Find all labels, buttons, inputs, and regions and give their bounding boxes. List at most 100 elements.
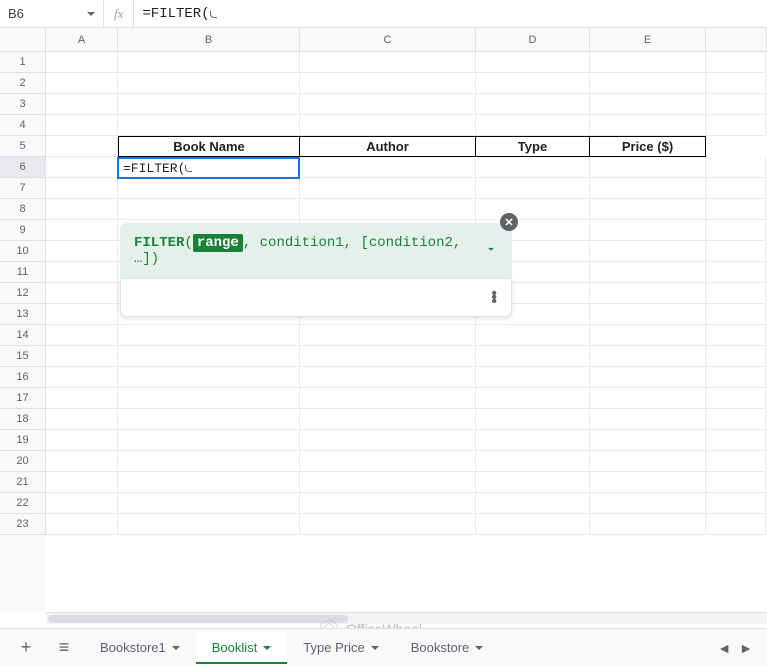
more-icon[interactable]: ••• [491,292,497,304]
cell[interactable] [706,430,766,451]
cell[interactable] [300,367,476,388]
row-header-11[interactable]: 11 [0,262,46,283]
row-header-20[interactable]: 20 [0,451,46,472]
cell[interactable] [300,346,476,367]
cell[interactable] [300,199,476,220]
name-box[interactable]: B6 [0,0,104,27]
cell[interactable] [590,94,706,115]
cell[interactable] [46,472,118,493]
cell[interactable] [118,73,300,94]
cell[interactable] [706,52,766,73]
cell[interactable] [300,409,476,430]
cell[interactable] [706,262,766,283]
row-header-6[interactable]: 6 [0,157,46,178]
formula-input[interactable]: =FILTER( [134,6,767,22]
cell[interactable] [590,115,706,136]
row-header-8[interactable]: 8 [0,199,46,220]
cell-b5[interactable]: Book Name [118,136,300,157]
sheet-tab-bookstore[interactable]: Bookstore [395,632,500,664]
cell[interactable] [590,241,706,262]
close-icon[interactable]: ✕ [500,213,518,231]
row-header-14[interactable]: 14 [0,325,46,346]
row-header-17[interactable]: 17 [0,388,46,409]
cell[interactable] [476,451,590,472]
cell[interactable] [590,388,706,409]
cell[interactable] [46,409,118,430]
cell[interactable] [706,73,766,94]
cell[interactable] [46,157,118,178]
cell[interactable] [706,514,766,535]
row-header-7[interactable]: 7 [0,178,46,199]
cell[interactable] [300,388,476,409]
cell[interactable] [476,115,590,136]
cell-e5[interactable]: Price ($) [590,136,706,157]
cell[interactable] [300,178,476,199]
row-header-15[interactable]: 15 [0,346,46,367]
cell[interactable] [706,199,766,220]
col-header-d[interactable]: D [476,28,590,51]
col-header-e[interactable]: E [590,28,706,51]
row-header-10[interactable]: 10 [0,241,46,262]
cell[interactable] [118,199,300,220]
cell[interactable] [590,199,706,220]
cell[interactable] [46,325,118,346]
cell[interactable] [46,514,118,535]
cell[interactable] [118,367,300,388]
cell[interactable] [706,220,766,241]
col-header-b[interactable]: B [118,28,300,51]
chevron-down-icon[interactable] [263,646,271,650]
cell[interactable] [476,178,590,199]
cell[interactable] [706,115,766,136]
cell[interactable] [590,472,706,493]
horizontal-scrollbar[interactable] [46,612,767,624]
cell[interactable] [118,388,300,409]
row-header-12[interactable]: 12 [0,283,46,304]
cell[interactable] [300,52,476,73]
cell[interactable] [706,451,766,472]
cell[interactable] [706,367,766,388]
cell[interactable] [476,388,590,409]
sheet-tab-type-price[interactable]: Type Price [287,632,394,664]
cell[interactable] [300,94,476,115]
cell[interactable] [590,325,706,346]
cell[interactable] [706,241,766,262]
sheet-tab-bookstore1[interactable]: Bookstore1 [84,632,196,664]
cell[interactable] [476,472,590,493]
cell[interactable] [46,94,118,115]
cell[interactable] [706,178,766,199]
cell[interactable] [46,52,118,73]
cell[interactable] [118,493,300,514]
scrollbar-thumb[interactable] [48,615,348,623]
cell[interactable] [118,430,300,451]
cell[interactable] [300,325,476,346]
cell[interactable] [300,73,476,94]
cell[interactable] [118,325,300,346]
cell-d5[interactable]: Type [476,136,590,157]
all-sheets-button[interactable]: ≡ [46,634,82,662]
row-header-4[interactable]: 4 [0,115,46,136]
row-header-19[interactable]: 19 [0,430,46,451]
cell[interactable] [590,451,706,472]
row-header-23[interactable]: 23 [0,514,46,535]
cell-c5[interactable]: Author [300,136,476,157]
cell[interactable] [118,346,300,367]
cell[interactable] [118,52,300,73]
cell[interactable] [706,472,766,493]
cell[interactable] [476,409,590,430]
row-header-3[interactable]: 3 [0,94,46,115]
cell[interactable] [300,157,476,178]
add-sheet-button[interactable]: + [8,634,44,662]
chevron-down-icon[interactable] [484,242,498,261]
cell[interactable] [46,73,118,94]
cell[interactable] [590,262,706,283]
cell[interactable] [590,73,706,94]
cell[interactable] [46,430,118,451]
cell[interactable] [46,388,118,409]
cell[interactable] [590,157,706,178]
active-cell-b6[interactable]: =FILTER( [117,157,300,179]
select-all-corner[interactable] [0,28,46,51]
cell[interactable] [590,178,706,199]
cell[interactable] [476,514,590,535]
cell[interactable] [46,199,118,220]
cell[interactable] [476,52,590,73]
